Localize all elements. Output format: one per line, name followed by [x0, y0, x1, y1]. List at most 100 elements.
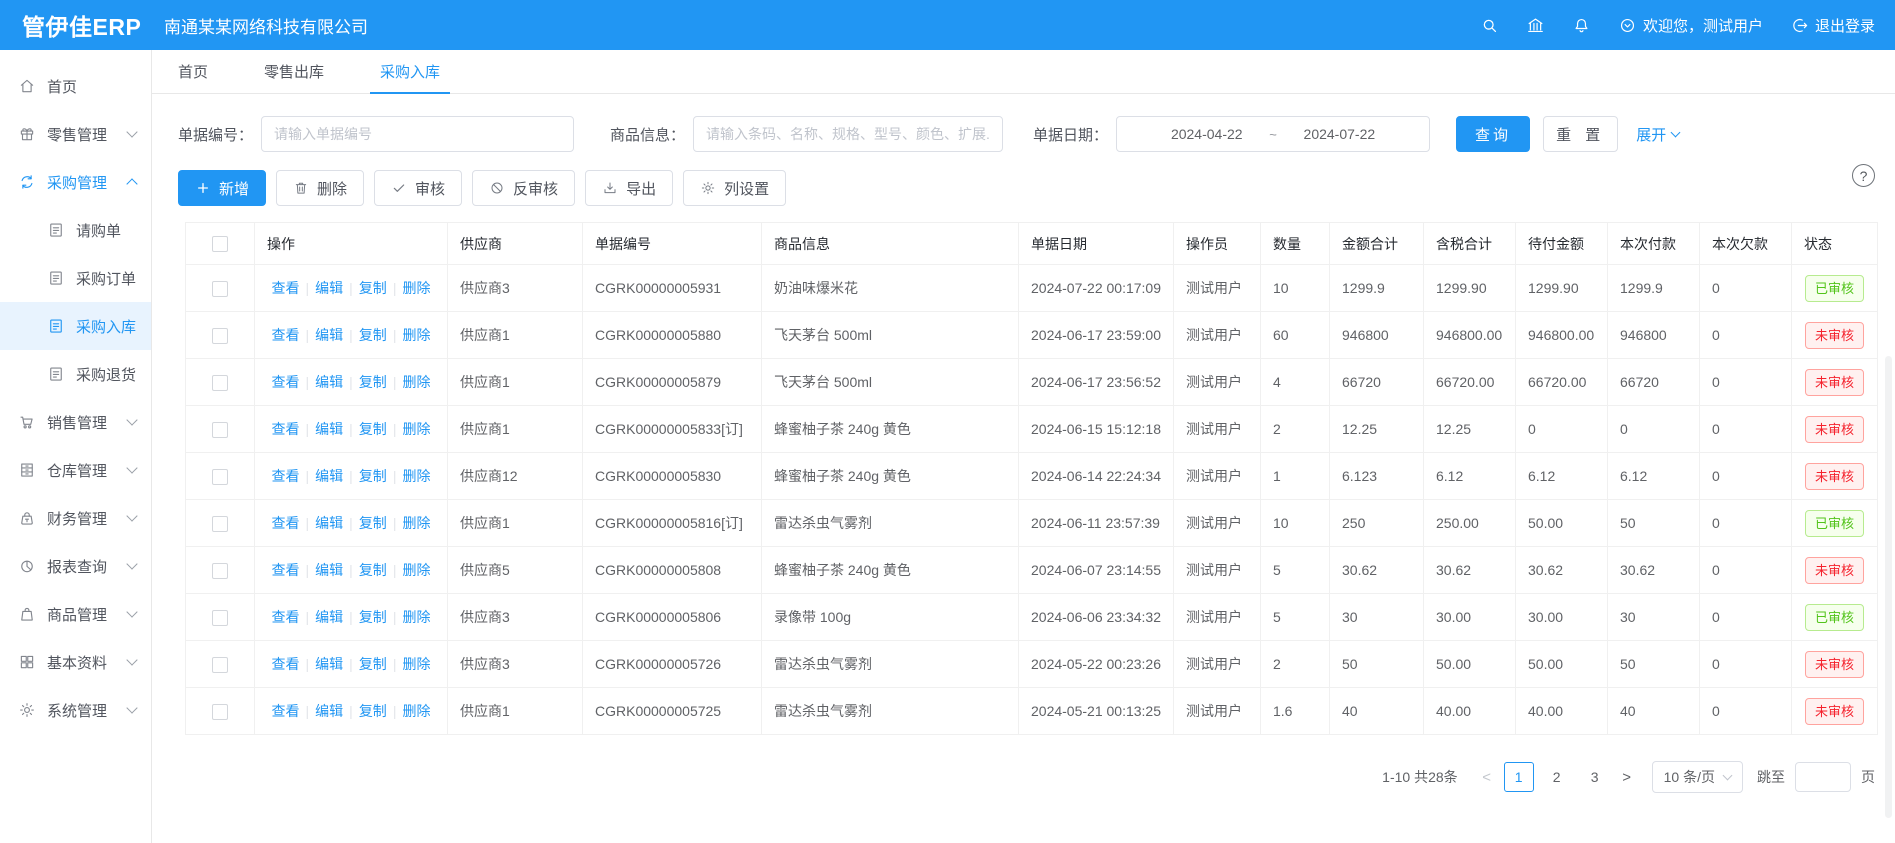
edit-link[interactable]: 编辑	[315, 468, 343, 484]
date-from-input[interactable]	[1144, 126, 1269, 142]
view-link[interactable]: 查看	[272, 374, 300, 390]
row-checkbox[interactable]	[212, 422, 228, 438]
amount-cell: 50	[1330, 641, 1424, 688]
sidebar-item-purchase-return[interactable]: 采购退货	[0, 350, 151, 398]
reset-button[interactable]: 重 置	[1543, 116, 1618, 152]
sidebar-item-system-mgmt[interactable]: 系统管理	[0, 686, 151, 734]
sidebar-item-purchase-order[interactable]: 采购订单	[0, 254, 151, 302]
next-page-button[interactable]: >	[1614, 769, 1640, 786]
sidebar-item-report-query[interactable]: 报表查询	[0, 542, 151, 590]
jump-page-input[interactable]	[1795, 762, 1851, 792]
view-link[interactable]: 查看	[272, 609, 300, 625]
row-checkbox[interactable]	[212, 469, 228, 485]
sidebar-item-warehouse-mgmt[interactable]: 仓库管理	[0, 446, 151, 494]
edit-link[interactable]: 编辑	[315, 703, 343, 719]
tab-home[interactable]: 首页	[168, 50, 218, 93]
select-all-checkbox[interactable]	[212, 236, 228, 252]
edit-link[interactable]: 编辑	[315, 562, 343, 578]
copy-link[interactable]: 复制	[359, 515, 387, 531]
delete-link[interactable]: 删除	[402, 327, 430, 343]
page-size-select[interactable]: 10 条/页	[1652, 761, 1743, 793]
sidebar-item-purchase-inbound[interactable]: 采购入库	[0, 302, 151, 350]
column-settings-button[interactable]: 列设置	[683, 170, 786, 206]
delete-link[interactable]: 删除	[402, 609, 430, 625]
page-button-1[interactable]: 1	[1504, 762, 1534, 792]
sidebar-item-home[interactable]: 首页	[0, 62, 151, 110]
copy-link[interactable]: 复制	[359, 421, 387, 437]
date-to-input[interactable]	[1277, 126, 1402, 142]
page-button-2[interactable]: 2	[1542, 762, 1572, 792]
sidebar-item-purchase-request[interactable]: 请购单	[0, 206, 151, 254]
product-info-input[interactable]	[693, 116, 1003, 152]
delete-link[interactable]: 删除	[402, 515, 430, 531]
copy-link[interactable]: 复制	[359, 703, 387, 719]
row-checkbox[interactable]	[212, 657, 228, 673]
view-link[interactable]: 查看	[272, 562, 300, 578]
sidebar-item-purchase-mgmt[interactable]: 采购管理	[0, 158, 151, 206]
bill-no-input[interactable]	[261, 116, 574, 152]
tab-retail-outbound[interactable]: 零售出库	[254, 50, 334, 93]
view-link[interactable]: 查看	[272, 468, 300, 484]
view-link[interactable]: 查看	[272, 327, 300, 343]
prev-page-button[interactable]: <	[1474, 769, 1500, 786]
purchase-icon	[18, 173, 36, 191]
row-checkbox[interactable]	[212, 610, 228, 626]
edit-link[interactable]: 编辑	[315, 609, 343, 625]
copy-link[interactable]: 复制	[359, 280, 387, 296]
sidebar-item-goods-mgmt[interactable]: 商品管理	[0, 590, 151, 638]
copy-link[interactable]: 复制	[359, 609, 387, 625]
copy-link[interactable]: 复制	[359, 374, 387, 390]
edit-link[interactable]: 编辑	[315, 374, 343, 390]
view-link[interactable]: 查看	[272, 280, 300, 296]
view-link[interactable]: 查看	[272, 656, 300, 672]
sidebar-item-finance-mgmt[interactable]: 财务管理	[0, 494, 151, 542]
row-checkbox[interactable]	[212, 516, 228, 532]
copy-link[interactable]: 复制	[359, 656, 387, 672]
sidebar-item-basic-data[interactable]: 基本资料	[0, 638, 151, 686]
sidebar-item-sales-mgmt[interactable]: 销售管理	[0, 398, 151, 446]
delete-link[interactable]: 删除	[402, 703, 430, 719]
export-button[interactable]: 导出	[585, 170, 673, 206]
add-button[interactable]: 新增	[178, 170, 266, 206]
row-checkbox[interactable]	[212, 563, 228, 579]
row-checkbox[interactable]	[212, 281, 228, 297]
logout-button[interactable]: 退出登录	[1790, 15, 1875, 36]
edit-link[interactable]: 编辑	[315, 327, 343, 343]
page-button-3[interactable]: 3	[1580, 762, 1610, 792]
view-link[interactable]: 查看	[272, 703, 300, 719]
copy-link[interactable]: 复制	[359, 562, 387, 578]
edit-link[interactable]: 编辑	[315, 421, 343, 437]
search-button[interactable]: 查询	[1456, 116, 1530, 152]
delete-link[interactable]: 删除	[402, 468, 430, 484]
tab-purchase-inbound[interactable]: 采购入库	[370, 50, 450, 93]
delete-link[interactable]: 删除	[402, 374, 430, 390]
sidebar-item-retail-mgmt[interactable]: 零售管理	[0, 110, 151, 158]
copy-link[interactable]: 复制	[359, 468, 387, 484]
delete-link[interactable]: 删除	[402, 562, 430, 578]
delete-link[interactable]: 删除	[402, 656, 430, 672]
row-checkbox[interactable]	[212, 375, 228, 391]
delete-link[interactable]: 删除	[402, 280, 430, 296]
view-link[interactable]: 查看	[272, 421, 300, 437]
table-scrollbar[interactable]	[1885, 356, 1892, 818]
row-checkbox[interactable]	[212, 328, 228, 344]
edit-link[interactable]: 编辑	[315, 515, 343, 531]
paid-cell: 1299.9	[1608, 265, 1700, 312]
search-icon[interactable]	[1480, 16, 1499, 35]
edit-link[interactable]: 编辑	[315, 280, 343, 296]
edit-link[interactable]: 编辑	[315, 656, 343, 672]
delete-button[interactable]: 删除	[276, 170, 364, 206]
unaudit-button[interactable]: 反审核	[472, 170, 575, 206]
view-link[interactable]: 查看	[272, 515, 300, 531]
delete-link[interactable]: 删除	[402, 421, 430, 437]
bell-icon[interactable]	[1572, 16, 1591, 35]
row-checkbox[interactable]	[212, 704, 228, 720]
date-range-picker[interactable]: ~	[1116, 116, 1430, 152]
welcome-user[interactable]: 欢迎您，测试用户	[1618, 15, 1763, 36]
audit-button[interactable]: 审核	[374, 170, 462, 206]
table-row: 查看|编辑|复制|删除 供应商1 CGRK00000005880 飞天茅台 50…	[186, 312, 1878, 359]
expand-toggle[interactable]: 展开	[1636, 124, 1679, 145]
copy-link[interactable]: 复制	[359, 327, 387, 343]
help-icon[interactable]: ?	[1852, 164, 1875, 187]
bank-icon[interactable]	[1526, 16, 1545, 35]
